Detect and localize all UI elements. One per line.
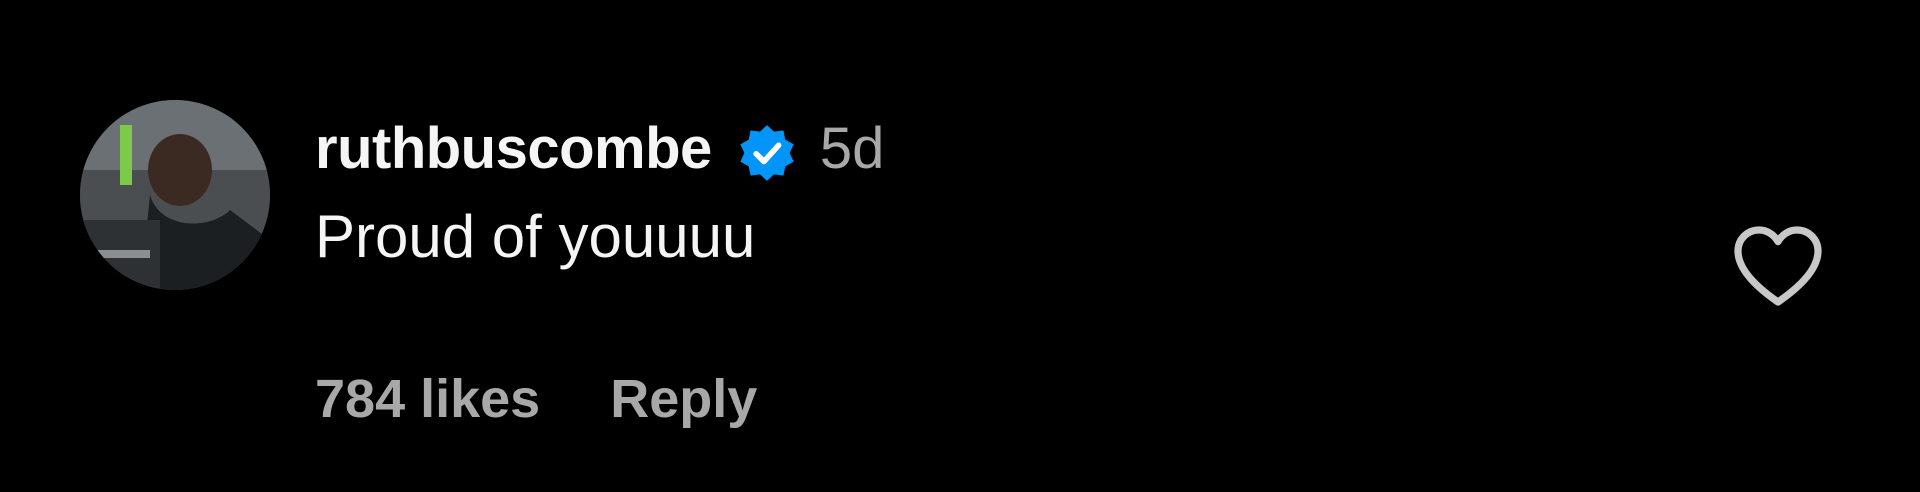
- comment-item: ruthbuscombe 5d Proud of youuuu 784 like…: [0, 0, 1920, 492]
- comment-timestamp[interactable]: 5d: [820, 115, 885, 182]
- verified-badge-icon: [736, 122, 798, 184]
- comment-text: Proud of youuuu: [315, 203, 756, 270]
- comment-actions: 784 likes Reply: [315, 364, 757, 434]
- likes-count-link[interactable]: 784 likes: [315, 368, 540, 430]
- reply-button[interactable]: Reply: [610, 368, 757, 430]
- comment-body: ruthbuscombe 5d Proud of youuuu: [315, 108, 1615, 272]
- comment-header: ruthbuscombe 5d: [315, 108, 1615, 188]
- avatar[interactable]: [80, 100, 270, 290]
- avatar-image: [80, 100, 270, 290]
- username-link[interactable]: ruthbuscombe: [315, 115, 712, 182]
- heart-outline-icon[interactable]: [1730, 222, 1826, 310]
